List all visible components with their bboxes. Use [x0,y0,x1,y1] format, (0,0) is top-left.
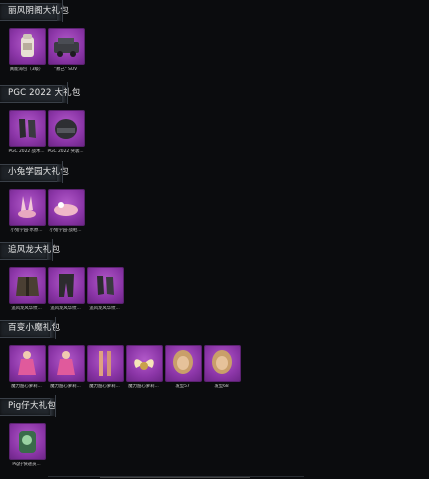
reward-item-label: 真能海包（3级） [9,67,44,72]
gift-pack-section: 丽风阴阁大礼包真能海包（3级） "救己" SUV [0,0,429,72]
hair-icon [204,345,241,382]
reward-item[interactable]: 追风龙风华纹... [9,267,46,312]
backpack-icon [9,28,46,65]
reward-item-label: 追风龙风华纹... [11,306,42,311]
reward-item[interactable]: 追风龙风华纹... [48,267,85,312]
gift-pack-header: 小兔学园大礼包 [0,161,429,183]
outfit-icon [9,345,46,382]
bunny-ears-icon [9,189,46,226]
reward-item-label: PGC 2022 突袭... [47,149,84,154]
reward-item-label: PGC 2022 战术... [8,149,45,154]
gift-pack-title: 丽风阴阁大礼包 [8,6,69,16]
reward-item[interactable]: Pig仔快递员... [9,423,46,468]
gift-pack-header: PGC 2022 大礼包 [0,82,429,104]
header-divider [52,239,53,261]
jacket-icon [9,267,46,304]
pack-list: 丽风阴阁大礼包 真能海包（3级） "救己" SUV PGC 2022 大礼包 PGC 2… [0,0,429,479]
reward-item-label: 小兔学园·战鞋... [49,228,82,233]
reward-item[interactable]: "救己" SUV [48,28,85,73]
gift-pack-section: 追风龙大礼包追风龙风华纹... 追风龙风华纹... 追风龙风华纹... [0,239,429,311]
reward-item[interactable]: 魔力甜心萝莉... [126,345,163,390]
gift-pack-header: 追风龙大礼包 [0,239,429,261]
reward-item-label: 魔力甜心萝莉... [50,384,81,389]
reward-item[interactable]: 魔力甜心萝莉... [48,345,85,390]
reward-item-label: 发型57 [175,384,190,389]
header-divider [62,161,63,183]
legs-icon [87,345,124,382]
gift-pack-section: 百变小魔礼包魔力甜心萝莉... 魔力甜心萝莉... 魔力甜心萝莉... 魔力甜心萝莉.… [0,317,429,389]
reward-item-label: "救己" SUV [53,67,78,72]
reward-item[interactable]: 追风龙风华纹... [87,267,124,312]
pants-icon [48,267,85,304]
reward-item-label: 追风龙风华纹... [89,306,120,311]
gift-pack-title: PGC 2022 大礼包 [8,88,81,98]
outfit-icon [48,345,85,382]
header-divider [67,82,68,104]
gift-pack-header: 丽风阴阁大礼包 [0,0,429,22]
reward-item-label: Pig仔快递员... [12,462,41,467]
reward-item[interactable]: PGC 2022 战术... [8,110,46,155]
hair-icon [165,345,202,382]
suv-icon [48,28,85,65]
reward-item[interactable]: 发型68 [204,345,241,390]
gloves-icon [87,267,124,304]
reward-item[interactable]: 小兔学园·水原... [9,189,46,234]
reward-item[interactable]: 魔力甜心萝莉... [87,345,124,390]
header-divider [55,395,56,417]
bottom-divider-inner [100,477,250,478]
gift-pack-section: Pig仔大礼包 Pig仔快递员... [0,395,429,467]
header-divider [62,0,63,22]
reward-item-label: 发型68 [214,384,229,389]
pig-backpack-icon [9,423,46,460]
reward-item-label: 追风龙风华纹... [50,306,81,311]
gift-pack-title: 小兔学园大礼包 [8,167,69,177]
reward-item-label: 小兔学园·水原... [10,228,43,233]
reward-item-label: 魔力甜心萝莉... [11,384,42,389]
reward-item[interactable]: PGC 2022 突袭... [47,110,85,155]
helmet-icon [48,110,85,147]
gift-pack-header: Pig仔大礼包 [0,395,429,417]
gift-pack-title: Pig仔大礼包 [8,401,57,411]
gift-pack-header: 百变小魔礼包 [0,317,429,339]
reward-item[interactable]: 真能海包（3级） [9,28,46,73]
bunny-shoes-icon [48,189,85,226]
reward-item[interactable]: 小兔学园·战鞋... [48,189,85,234]
gloves-icon [9,110,46,147]
reward-item[interactable]: 发型57 [165,345,202,390]
header-divider [55,317,56,339]
gift-pack-section: PGC 2022 大礼包 PGC 2022 战术... PGC 2022 突袭... [0,82,429,154]
reward-item-label: 魔力甜心萝莉... [128,384,159,389]
wings-icon [126,345,163,382]
reward-item-label: 魔力甜心萝莉... [89,384,120,389]
gift-pack-title: 百变小魔礼包 [8,323,61,333]
reward-item[interactable]: 魔力甜心萝莉... [9,345,46,390]
gift-pack-section: 小兔学园大礼包小兔学园·水原... 小兔学园·战鞋... [0,161,429,233]
